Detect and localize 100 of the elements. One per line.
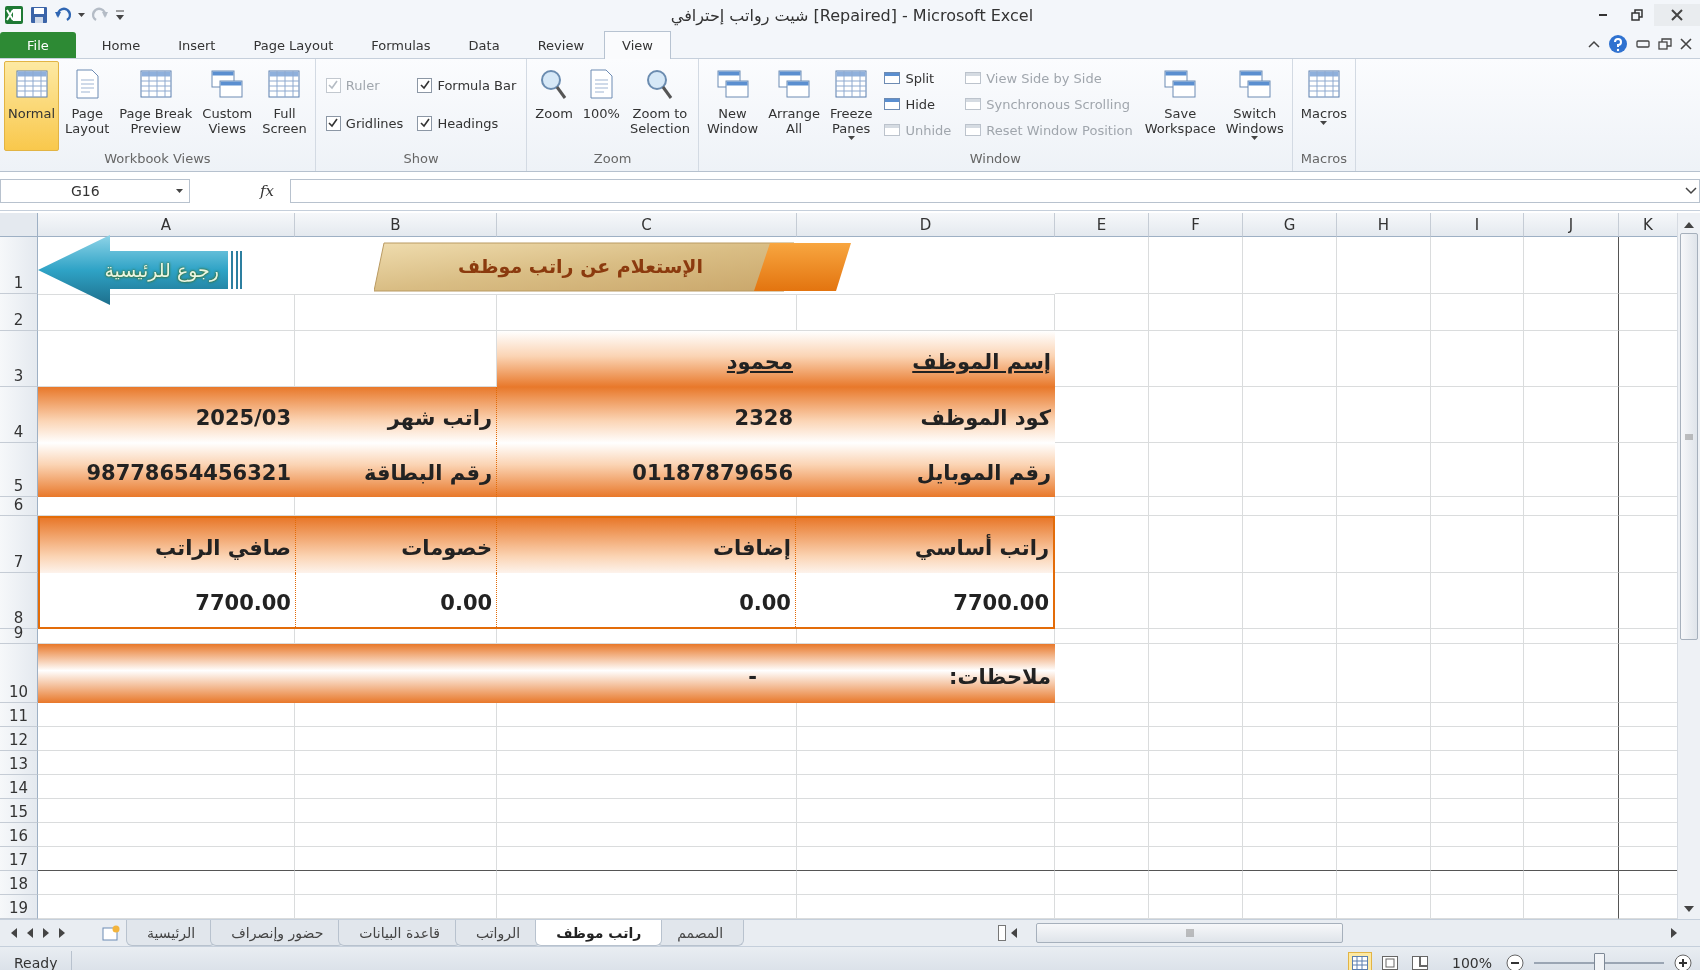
ribbon-button[interactable]: Arrange All <box>764 61 824 151</box>
sheet-cell[interactable] <box>1524 237 1619 294</box>
row-header[interactable]: 6 <box>0 497 38 516</box>
sheet-cell[interactable] <box>1524 799 1619 823</box>
column-header[interactable]: E <box>1055 213 1149 237</box>
row-header[interactable]: 1 <box>0 237 38 294</box>
ribbon-button[interactable]: Hide <box>882 93 954 115</box>
ribbon-button[interactable]: Normal <box>4 61 60 151</box>
save-icon[interactable] <box>30 6 48 24</box>
column-header[interactable]: K <box>1619 213 1677 237</box>
column-header[interactable]: B <box>295 213 497 237</box>
ribbon-button[interactable]: 100% <box>578 61 624 151</box>
zoom-out-button[interactable] <box>1506 954 1524 970</box>
checkbox[interactable]: Formula Bar <box>415 73 519 97</box>
sheet-cell[interactable] <box>1524 497 1619 516</box>
formula-input[interactable] <box>290 179 1700 203</box>
checkbox[interactable]: Headings <box>415 111 519 135</box>
sheet-cell[interactable] <box>1524 387 1619 443</box>
help-icon[interactable] <box>1608 34 1628 54</box>
row-header[interactable]: 5 <box>0 443 38 497</box>
ribbon-tab[interactable]: Review <box>519 32 603 58</box>
row-header[interactable]: 19 <box>0 895 38 919</box>
view-button[interactable] <box>1347 952 1372 970</box>
sheet-cell[interactable] <box>1524 629 1619 644</box>
ribbon-button[interactable]: Freeze Panes <box>825 61 877 151</box>
ribbon-button[interactable]: New Window <box>702 61 763 151</box>
sheet-tab[interactable]: راتب موظف <box>535 920 663 946</box>
sheet-cell[interactable] <box>1524 727 1619 751</box>
scroll-thumb[interactable] <box>1036 923 1343 943</box>
row-header[interactable]: 17 <box>0 847 38 871</box>
row-header[interactable]: 3 <box>0 331 38 387</box>
ribbon-button[interactable]: Custom Views <box>198 61 257 151</box>
insert-sheet-icon[interactable] <box>102 925 120 941</box>
split-handle-icon[interactable] <box>998 925 1006 941</box>
row-header[interactable]: 7 <box>0 516 38 573</box>
expand-icon[interactable] <box>1685 187 1697 195</box>
ribbon-button[interactable]: Page Layout <box>61 61 114 151</box>
undo-icon[interactable] <box>54 7 72 23</box>
collapse-ribbon-icon[interactable] <box>1588 40 1600 48</box>
customize-icon[interactable] <box>115 9 125 21</box>
row-header[interactable]: 10 <box>0 644 38 703</box>
ribbon-tab[interactable]: Page Layout <box>235 32 352 58</box>
ribbon-button[interactable]: Split <box>882 67 954 89</box>
column-header[interactable]: C <box>497 213 797 237</box>
column-header[interactable]: G <box>1243 213 1337 237</box>
select-all-button[interactable] <box>0 213 38 237</box>
ribbon-button[interactable]: Full Screen <box>258 61 311 151</box>
ribbon-tab[interactable]: Data <box>450 32 518 58</box>
column-header[interactable]: J <box>1524 213 1619 237</box>
slider-thumb[interactable] <box>1594 953 1605 970</box>
sheet-cell[interactable] <box>1524 516 1619 573</box>
row-header[interactable]: 4 <box>0 387 38 443</box>
ribbon-tab[interactable]: View <box>604 31 671 59</box>
ribbon-button[interactable]: Zoom to Selection <box>625 61 694 151</box>
sheet-cell[interactable] <box>1524 871 1619 895</box>
ribbon-tab[interactable]: Home <box>83 32 159 58</box>
minimize-icon[interactable] <box>1636 40 1650 48</box>
close-icon[interactable] <box>1680 38 1692 50</box>
ribbon-button[interactable]: Macros <box>1296 61 1351 151</box>
ribbon-button[interactable]: Switch Windows <box>1221 61 1288 151</box>
restore-icon[interactable] <box>1658 38 1672 50</box>
row-header[interactable]: 16 <box>0 823 38 847</box>
row-header[interactable]: 2 <box>0 294 38 331</box>
sheet-cell[interactable] <box>1524 823 1619 847</box>
column-header[interactable]: I <box>1431 213 1524 237</box>
column-header[interactable]: H <box>1337 213 1431 237</box>
insert-function-button[interactable]: fx <box>260 182 290 200</box>
scroll-thumb[interactable] <box>1680 233 1698 640</box>
zoom-in-button[interactable] <box>1674 954 1692 970</box>
scroll-left-icon[interactable] <box>1010 928 1018 938</box>
ribbon-button[interactable]: Save Workspace <box>1140 61 1220 151</box>
sheet-cell[interactable] <box>1524 573 1619 629</box>
row-header[interactable]: 18 <box>0 871 38 895</box>
row-header[interactable]: 12 <box>0 727 38 751</box>
vertical-scrollbar[interactable] <box>1677 213 1700 919</box>
scroll-up-icon[interactable] <box>1684 221 1694 229</box>
ribbon-button[interactable]: Page Break Preview <box>115 61 197 151</box>
ribbon-button[interactable]: Zoom <box>531 61 577 151</box>
ribbon-tab[interactable]: Formulas <box>353 32 449 58</box>
sheet-cell[interactable] <box>1524 644 1619 703</box>
scroll-right-icon[interactable] <box>1670 928 1678 938</box>
sheet-cell[interactable] <box>1524 751 1619 775</box>
close-button[interactable] <box>1654 4 1700 26</box>
column-header[interactable]: D <box>797 213 1055 237</box>
ribbon-tab[interactable]: File <box>0 32 76 58</box>
sheet-cell[interactable] <box>1524 847 1619 871</box>
ribbon-tab[interactable]: Insert <box>160 32 234 58</box>
sheet-cell[interactable] <box>1524 331 1619 387</box>
row-header[interactable]: 11 <box>0 703 38 727</box>
row-header[interactable]: 14 <box>0 775 38 799</box>
scroll-down-icon[interactable] <box>1684 905 1694 913</box>
sheet-cell[interactable] <box>1524 775 1619 799</box>
name-box[interactable]: G16 <box>0 179 190 203</box>
sheet-cell[interactable] <box>1524 443 1619 497</box>
redo-icon[interactable] <box>91 7 109 23</box>
checkbox[interactable]: Gridlines <box>323 111 406 135</box>
row-header[interactable]: 13 <box>0 751 38 775</box>
column-header[interactable]: F <box>1149 213 1243 237</box>
column-header[interactable]: A <box>38 213 295 237</box>
sheet-cell[interactable] <box>1524 703 1619 727</box>
